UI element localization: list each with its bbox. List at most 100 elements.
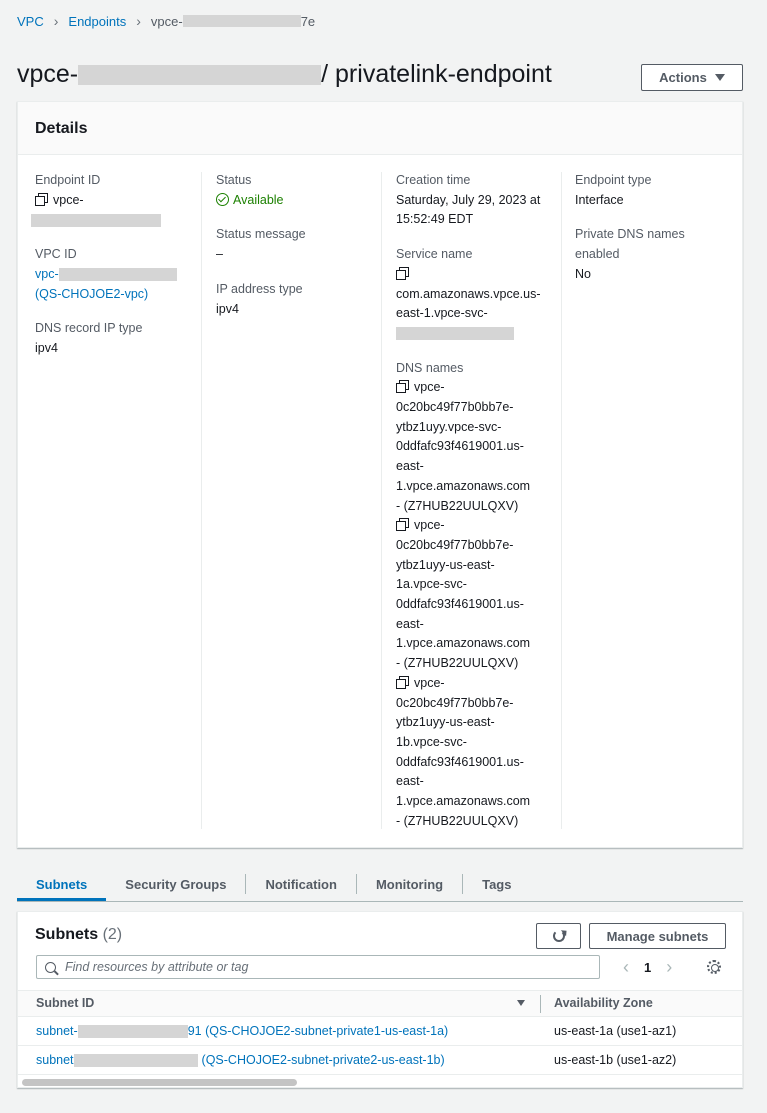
dns-name-line: ytbz1uyy-us-east-	[396, 557, 495, 572]
page-number[interactable]: 1	[644, 960, 651, 975]
dns-name-line: - (Z7HUB22UULQXV)	[396, 656, 519, 671]
dns-name-line: east-	[396, 459, 424, 474]
service-name-line2: east-1.vpce-svc-	[396, 306, 488, 321]
column-divider	[381, 172, 382, 829]
private-dns-value: No	[575, 266, 591, 281]
service-name-label: Service name	[396, 247, 473, 262]
subnets-title-text: Subnets	[35, 926, 99, 943]
status-label: Status	[216, 173, 252, 187]
dns-name-line: east-	[396, 616, 424, 631]
subnet-link[interactable]: subnet- 91 (QS-CHOJOE2-subnet-private1-u…	[36, 1024, 448, 1038]
endpoint-id-label: Endpoint ID	[35, 173, 101, 187]
chevron-right-icon[interactable]: ›	[666, 957, 672, 978]
subnets-count: (2)	[102, 926, 123, 943]
dns-name-line: 0c20bc49f77b0bb7e-	[396, 695, 514, 710]
actions-button[interactable]: Actions	[641, 64, 743, 91]
vpc-id-link[interactable]: vpc- (QS-CHOJOE2-vpc)	[35, 267, 177, 301]
dns-name-line: - (Z7HUB22UULQXV)	[396, 498, 519, 513]
actions-button-label: Actions	[659, 70, 707, 85]
sort-down-icon[interactable]	[517, 1000, 525, 1006]
copy-icon[interactable]	[396, 518, 409, 532]
page-title-suffix: / privatelink-endpoint	[321, 60, 552, 88]
dns-name-line: ytbz1uyy-us-east-	[396, 715, 495, 730]
copy-icon[interactable]	[396, 380, 409, 394]
breadcrumb-current-prefix: vpce-	[150, 13, 183, 29]
dns-name-line: 1.vpce.amazonaws.com	[396, 794, 531, 809]
availability-zone-cell: us-east-1a (use1-az1)	[554, 1024, 677, 1038]
search-input[interactable]: Find resources by attribute or tag	[36, 955, 600, 979]
page-title: vpce- / privatelink-endpoint	[17, 60, 552, 89]
manage-subnets-button[interactable]: Manage subnets	[589, 923, 726, 949]
subnet-link[interactable]: subnet (QS-CHOJOE2-subnet-private2-us-ea…	[36, 1053, 445, 1067]
chevron-right-icon: ›	[136, 13, 141, 29]
tab-notification[interactable]: Notification	[246, 872, 356, 900]
subnet-id-suffix: 91 (QS-CHOJOE2-subnet-private1-us-east-1…	[187, 1024, 449, 1038]
ip-address-type-value: ipv4	[216, 301, 239, 316]
column-divider	[561, 172, 562, 829]
redacted-block	[78, 64, 322, 85]
column-header-subnet-id[interactable]: Subnet ID	[36, 996, 94, 1010]
refresh-button[interactable]	[536, 923, 581, 949]
redacted-block	[182, 15, 301, 27]
redacted-block	[77, 1024, 188, 1038]
dns-name-line: 1.vpce.amazonaws.com	[396, 636, 531, 651]
endpoint-type-label: Endpoint type	[575, 173, 652, 187]
column-divider	[201, 172, 202, 829]
chevron-right-icon: ›	[53, 13, 59, 29]
endpoint-type-value: Interface	[575, 192, 624, 207]
creation-time-line1: Saturday, July 29, 2023 at	[396, 192, 541, 207]
column-header-availability-zone[interactable]: Availability Zone	[554, 996, 653, 1010]
status-value: Available	[233, 192, 284, 207]
details-column-1: Endpoint ID vpce- VPC ID vpc- (QS-CHOJOE2…	[31, 171, 195, 374]
redacted-block	[31, 213, 161, 227]
creation-time-label: Creation time	[396, 173, 471, 187]
endpoint-id-value: vpce-	[53, 192, 84, 207]
subnet-id-suffix: (QS-CHOJOE2-subnet-private2-us-east-1b)	[201, 1053, 445, 1067]
dns-name-line: vpce-	[396, 674, 556, 694]
refresh-icon	[552, 930, 565, 942]
dns-name-line: 0ddfafc93f4619001.us-	[396, 754, 524, 769]
table-row: subnet- 91 (QS-CHOJOE2-subnet-private1-u…	[18, 1017, 742, 1046]
pagination: ‹ 1 ›	[623, 957, 672, 978]
copy-icon[interactable]	[396, 266, 409, 280]
tab-subnets[interactable]: Subnets	[17, 872, 107, 901]
subnet-id-prefix: subnet	[36, 1053, 74, 1067]
table-header: Subnet ID Availability Zone	[18, 990, 742, 1017]
dns-name-line: 0ddfafc93f4619001.us-	[396, 439, 524, 454]
redacted-block	[396, 327, 514, 341]
creation-time-line2: 15:52:49 EDT	[396, 212, 474, 227]
vpc-id-prefix: vpc-	[35, 266, 59, 281]
column-resizer[interactable]	[540, 995, 541, 1013]
private-dns-label-line1: Private DNS names	[575, 227, 685, 242]
chevron-left-icon[interactable]: ‹	[623, 957, 629, 978]
details-column-2: Status Available Status message – IP add…	[216, 171, 376, 334]
page-title-prefix: vpce-	[17, 60, 79, 88]
details-panel: Details Endpoint ID vpce- VPC ID vpc- (QS…	[17, 101, 743, 848]
table-row: subnet (QS-CHOJOE2-subnet-private2-us-ea…	[18, 1046, 742, 1075]
search-icon	[45, 961, 56, 973]
vpc-id-label: VPC ID	[35, 247, 77, 262]
breadcrumb-endpoints-link[interactable]: Endpoints	[68, 14, 126, 29]
dns-name-line: - (Z7HUB22UULQXV)	[396, 813, 519, 828]
availability-zone-cell: us-east-1b (use1-az2)	[554, 1053, 677, 1067]
breadcrumb: VPC › Endpoints › vpce- 7e	[17, 13, 315, 29]
copy-icon[interactable]	[35, 192, 48, 206]
service-name-line1: com.amazonaws.vpce.us-	[396, 286, 541, 301]
tab-monitoring[interactable]: Monitoring	[357, 872, 462, 900]
breadcrumb-current: vpce- 7e	[151, 14, 315, 29]
details-heading: Details	[18, 102, 742, 155]
gear-icon[interactable]	[707, 960, 721, 974]
dns-record-ip-type-value: ipv4	[35, 340, 58, 355]
tab-tags[interactable]: Tags	[463, 872, 530, 900]
search-placeholder: Find resources by attribute or tag	[65, 960, 249, 974]
horizontal-scrollbar[interactable]	[22, 1079, 297, 1086]
dns-name-line: 1b.vpce-svc-	[396, 734, 467, 749]
tab-bar: Subnets Security Groups Notification Mon…	[17, 872, 743, 902]
details-column-4: Endpoint type Interface Private DNS name…	[575, 171, 735, 300]
subnet-id-prefix: subnet-	[36, 1024, 78, 1038]
tab-security-groups[interactable]: Security Groups	[106, 872, 245, 900]
breadcrumb-vpc-link[interactable]: VPC	[17, 14, 44, 29]
dns-name-line: 1.vpce.amazonaws.com	[396, 478, 531, 493]
copy-icon[interactable]	[396, 675, 409, 689]
dns-name-line: 0ddfafc93f4619001.us-	[396, 597, 524, 612]
